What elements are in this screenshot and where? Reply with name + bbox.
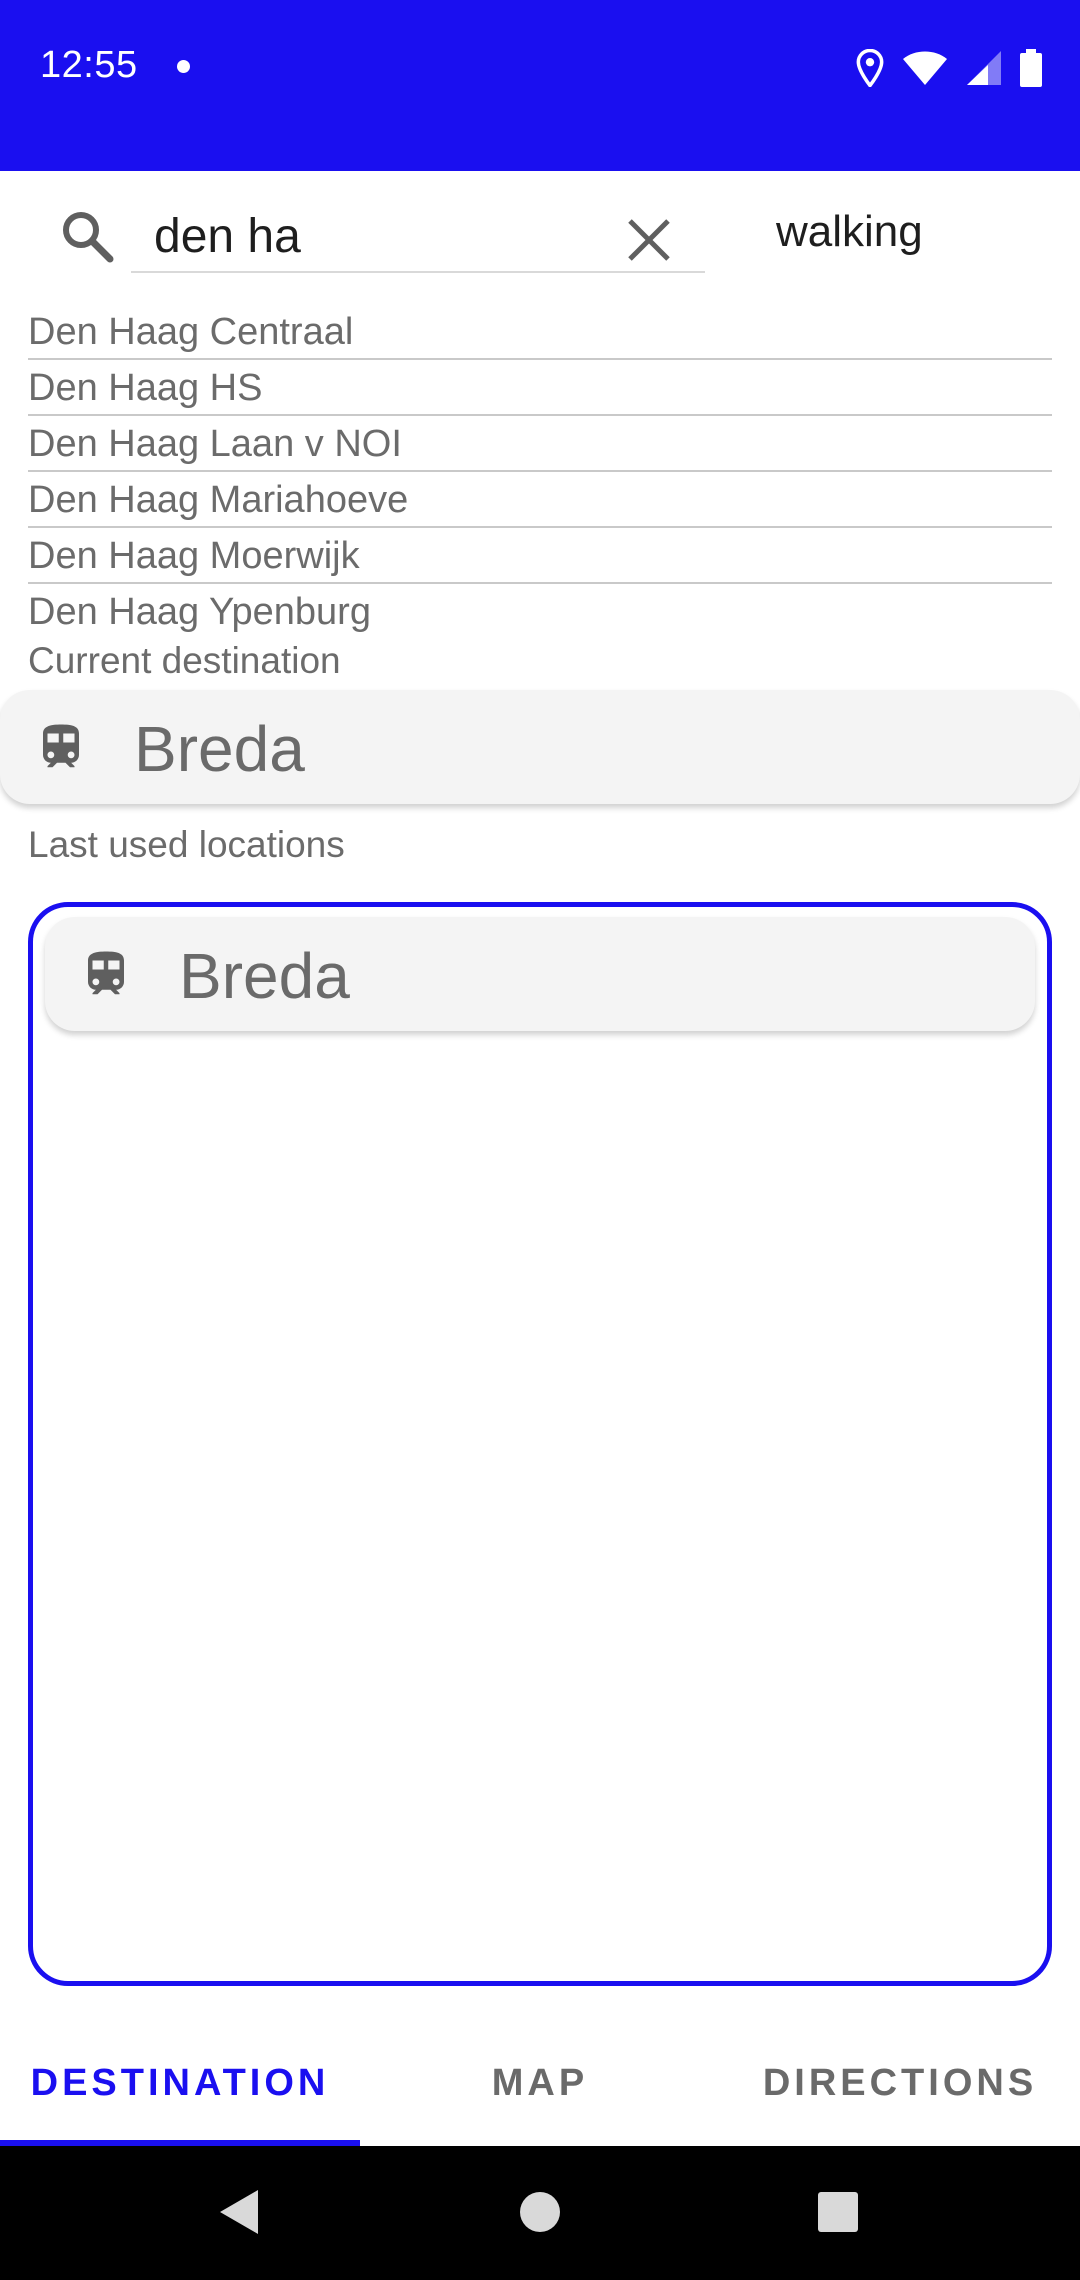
train-icon — [79, 947, 133, 1001]
system-navigation-bar — [0, 2146, 1080, 2280]
search-icon[interactable] — [58, 207, 116, 265]
location-icon — [856, 49, 884, 87]
train-icon — [34, 720, 88, 774]
search-input-value[interactable]: den ha — [154, 209, 301, 264]
battery-icon — [1020, 49, 1042, 87]
search-bar: den ha walking — [0, 171, 1080, 301]
suggestion-item[interactable]: Den Haag Laan v NOI — [28, 416, 1052, 472]
status-time: 12:55 — [40, 44, 138, 86]
suggestion-item[interactable]: Den Haag HS — [28, 360, 1052, 416]
suggestion-item[interactable]: Den Haag Centraal — [28, 304, 1052, 360]
back-icon[interactable] — [218, 2188, 260, 2241]
suggestion-item[interactable]: Den Haag Mariahoeve — [28, 472, 1052, 528]
tab-directions[interactable]: DIRECTIONS — [720, 2020, 1080, 2146]
notification-dot-icon — [177, 60, 190, 73]
last-used-label: Last used locations — [28, 824, 345, 865]
recents-icon[interactable] — [817, 2188, 859, 2241]
suggestion-item[interactable]: Den Haag Ypenburg — [28, 584, 1052, 640]
tab-bar: DESTINATION MAP DIRECTIONS — [0, 2020, 1080, 2146]
app-screen: 12:55 den ha walking Den Haag Centraal D… — [0, 0, 1080, 2280]
wifi-icon — [902, 50, 948, 86]
last-used-item-name: Breda — [179, 940, 350, 1012]
home-icon[interactable] — [519, 2188, 561, 2241]
suggestion-list: Den Haag Centraal Den Haag HS Den Haag L… — [28, 304, 1052, 640]
tab-map[interactable]: MAP — [360, 2020, 720, 2146]
travel-mode-selector[interactable]: walking — [776, 207, 923, 257]
current-destination-card[interactable]: Breda — [0, 690, 1080, 804]
last-used-item[interactable]: Breda — [45, 917, 1035, 1031]
last-used-list: Breda — [28, 902, 1052, 1986]
current-destination-label: Current destination — [28, 640, 341, 681]
close-icon[interactable] — [620, 211, 678, 269]
status-icons — [856, 48, 1042, 88]
current-destination-name: Breda — [134, 713, 305, 785]
tab-destination[interactable]: DESTINATION — [0, 2020, 360, 2146]
suggestion-item[interactable]: Den Haag Moerwijk — [28, 528, 1052, 584]
status-bar: 12:55 — [0, 0, 1080, 171]
cellular-signal-icon — [966, 50, 1002, 86]
